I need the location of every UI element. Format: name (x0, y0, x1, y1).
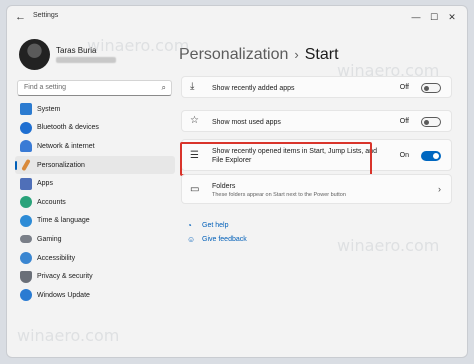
title-bar: ← Settings — ☐ ✕ (7, 6, 467, 28)
watermark: winaero.com (17, 326, 120, 345)
give-feedback-link[interactable]: ☺ Give feedback (187, 235, 247, 244)
person-icon (20, 196, 32, 209)
sidebar-item-time-language[interactable]: Time & language (15, 212, 175, 231)
sidebar-item-gaming[interactable]: Gaming (15, 230, 175, 249)
setting-label: Show recently added apps (212, 85, 295, 92)
monitor-icon (20, 103, 32, 116)
sidebar-item-label: Bluetooth & devices (37, 124, 99, 132)
folders-label: Folders (212, 183, 236, 190)
toggle-switch[interactable] (421, 117, 441, 127)
sidebar-item-privacy[interactable]: Privacy & security (15, 267, 175, 286)
close-button[interactable]: ✕ (445, 10, 459, 24)
toggle-switch[interactable] (421, 83, 441, 93)
toggle-state-label: Off (399, 118, 409, 125)
sidebar-item-accounts[interactable]: Accounts (15, 193, 175, 212)
get-help-link[interactable]: ◔ Get help (187, 221, 228, 230)
maximize-button[interactable]: ☐ (427, 10, 441, 24)
setting-label: Show most used apps (212, 119, 281, 126)
sidebar-nav: System Bluetooth & devices Network & int… (15, 100, 175, 305)
settings-window: ← Settings — ☐ ✕ Taras Buria Find a sett… (6, 5, 468, 358)
avatar[interactable] (19, 39, 50, 70)
sidebar-item-label: Personalization (37, 161, 85, 169)
sidebar-item-bluetooth[interactable]: Bluetooth & devices (15, 119, 175, 138)
sidebar-item-accessibility[interactable]: Accessibility (15, 249, 175, 268)
setting-row-most-used[interactable]: ☆ Show most used apps Off (181, 110, 452, 132)
highlight-box (180, 142, 372, 176)
brush-icon (21, 158, 31, 172)
shield-icon (20, 270, 32, 283)
breadcrumb-parent[interactable]: Personalization (179, 46, 288, 63)
globe-clock-icon (20, 214, 32, 227)
sidebar-item-label: Time & language (37, 217, 90, 225)
feedback-icon: ☺ (187, 235, 196, 244)
download-icon: ⤓ (190, 81, 195, 92)
sidebar-item-network[interactable]: Network & internet (15, 137, 175, 156)
sidebar-item-label: System (37, 105, 61, 113)
star-icon: ☆ (190, 115, 199, 126)
folder-icon: ▭ (190, 184, 200, 195)
apps-icon (20, 177, 32, 190)
sidebar-item-label: Windows Update (37, 291, 90, 299)
sidebar-item-label: Apps (37, 180, 53, 188)
accessibility-icon (20, 252, 32, 265)
help-icon: ◔ (187, 221, 192, 230)
breadcrumb-separator: › (294, 47, 299, 62)
back-arrow-icon[interactable]: ← (15, 11, 27, 23)
watermark: winaero.com (87, 36, 190, 55)
sidebar-item-label: Network & internet (37, 142, 95, 150)
wifi-icon (20, 140, 32, 153)
sidebar-item-label: Accounts (37, 198, 66, 206)
search-input[interactable]: Find a setting ⌕ (17, 80, 172, 96)
user-email-redacted (56, 57, 116, 63)
update-icon (20, 289, 32, 302)
sidebar-item-apps[interactable]: Apps (15, 174, 175, 193)
watermark: winaero.com (337, 61, 440, 80)
page-title: Start (304, 46, 339, 63)
sidebar-item-label: Gaming (37, 235, 62, 243)
chevron-right-icon: › (438, 184, 441, 194)
folders-sublabel: These folders appear on Start next to th… (212, 192, 346, 198)
app-title: Settings (33, 12, 59, 19)
sidebar-item-windows-update[interactable]: Windows Update (15, 286, 175, 305)
toggle-state-label: Off (399, 84, 409, 91)
give-feedback-label: Give feedback (202, 236, 247, 243)
watermark: winaero.com (337, 236, 440, 255)
sidebar-item-system[interactable]: System (15, 100, 175, 119)
toggle-switch[interactable] (421, 151, 441, 161)
sidebar-item-personalization[interactable]: Personalization (15, 155, 175, 175)
setting-row-folders[interactable]: ▭ Folders These folders appear on Start … (181, 174, 452, 204)
breadcrumb: Personalization › Start (179, 46, 339, 64)
bluetooth-icon (20, 121, 32, 134)
gamepad-icon (20, 235, 32, 244)
search-placeholder: Find a setting (24, 84, 67, 91)
minimize-button[interactable]: — (409, 10, 423, 24)
sidebar-item-label: Privacy & security (37, 273, 93, 281)
get-help-label: Get help (202, 222, 229, 229)
search-icon[interactable]: ⌕ (162, 83, 166, 93)
sidebar-item-label: Accessibility (37, 254, 76, 262)
toggle-state-label: On (399, 152, 409, 159)
